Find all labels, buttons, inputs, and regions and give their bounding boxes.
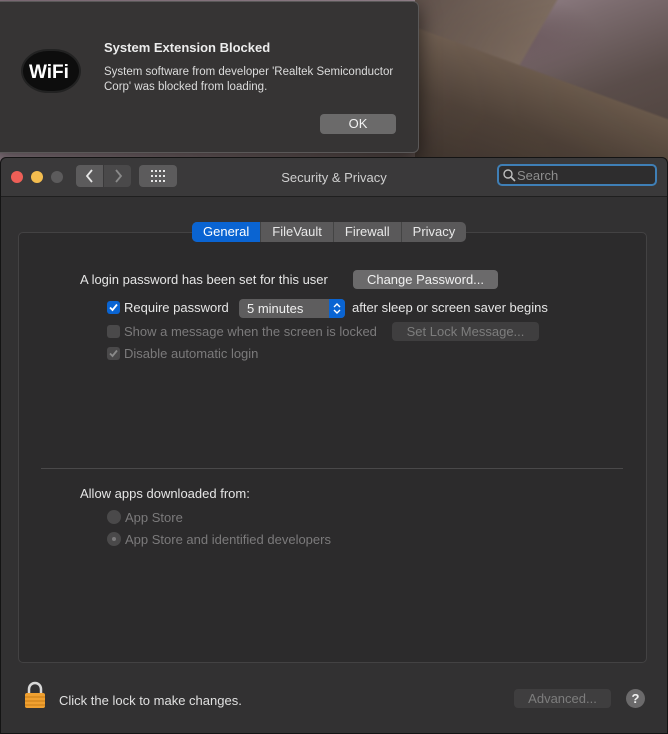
wallpaper-mountain [415, 0, 668, 170]
tab-bar: General FileVault Firewall Privacy [192, 222, 467, 242]
advanced-button[interactable]: Advanced... [514, 689, 611, 708]
lock-icon[interactable] [23, 681, 47, 709]
general-panel: A login password has been set for this u… [18, 232, 647, 663]
updown-chevron-icon [329, 299, 345, 318]
app-store-identified-radio[interactable] [107, 532, 121, 546]
password-delay-value: 5 minutes [247, 301, 304, 316]
change-password-button[interactable]: Change Password... [353, 270, 498, 289]
require-password-checkbox[interactable] [107, 301, 120, 314]
password-delay-select[interactable]: 5 minutes [239, 299, 345, 318]
disable-autologin-label: Disable automatic login [124, 346, 259, 361]
search-input[interactable] [517, 166, 653, 184]
after-sleep-text: after sleep or screen saver begins [352, 300, 548, 315]
alert-message: System software from developer 'Realtek … [104, 66, 394, 93]
app-store-identified-label: App Store and identified developers [125, 532, 331, 547]
allow-apps-label: Allow apps downloaded from: [80, 486, 250, 501]
titlebar: Security & Privacy [1, 158, 667, 197]
system-extension-alert: WiFi System Extension Blocked System sof… [0, 1, 419, 153]
checkmark-icon [109, 303, 118, 312]
help-button[interactable]: ? [626, 689, 645, 708]
search-field[interactable] [497, 164, 657, 186]
tab-firewall[interactable]: Firewall [332, 222, 401, 242]
tab-filevault[interactable]: FileVault [260, 222, 333, 242]
section-divider [41, 468, 623, 469]
login-password-text: A login password has been set for this u… [80, 272, 328, 287]
show-message-label: Show a message when the screen is locked [124, 324, 377, 339]
set-lock-message-button[interactable]: Set Lock Message... [392, 322, 539, 341]
search-icon [503, 169, 516, 182]
lock-status-text: Click the lock to make changes. [59, 693, 242, 708]
require-password-label: Require password [124, 300, 229, 315]
show-message-checkbox[interactable] [107, 325, 120, 338]
app-store-radio[interactable] [107, 510, 121, 524]
security-privacy-window: Security & Privacy General FileVault Fir… [0, 157, 668, 734]
app-store-label: App Store [125, 510, 183, 525]
tab-general[interactable]: General [192, 222, 261, 242]
ok-button[interactable]: OK [320, 114, 396, 134]
alert-title: System Extension Blocked [104, 40, 271, 55]
checkmark-icon [109, 349, 118, 358]
tab-privacy[interactable]: Privacy [400, 222, 467, 242]
wifi-logo-text: WiFi [29, 62, 69, 83]
disable-autologin-checkbox[interactable] [107, 347, 120, 360]
wifi-logo-icon: WiFi [21, 49, 81, 93]
